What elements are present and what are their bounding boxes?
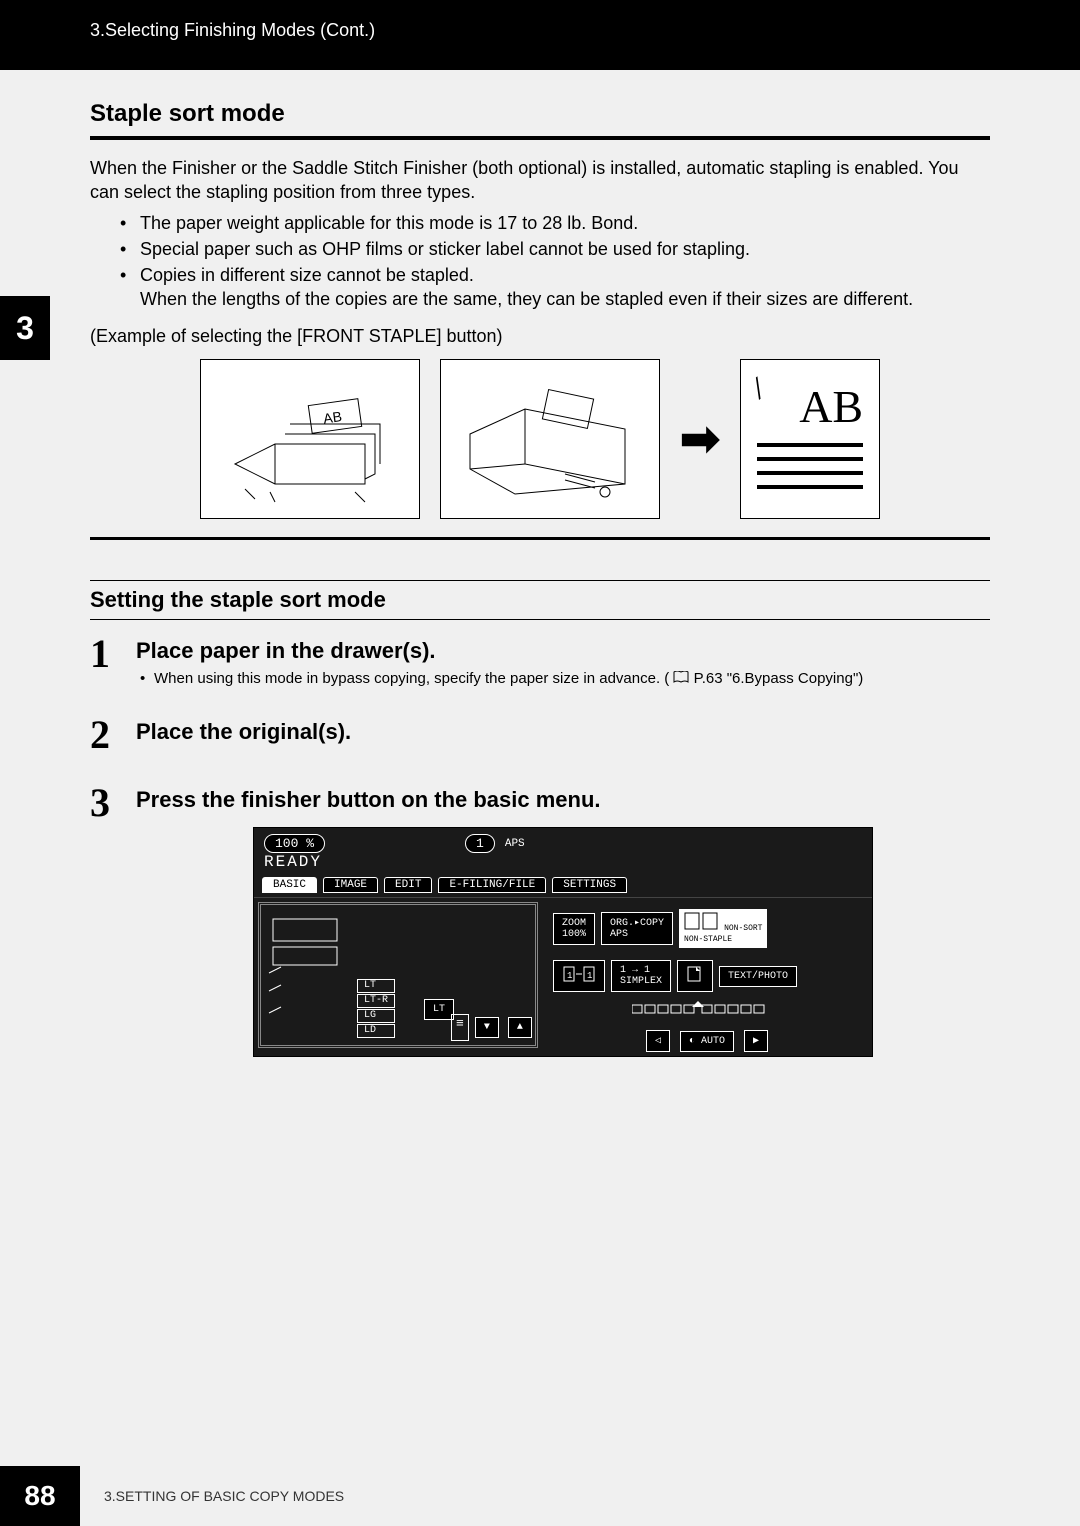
bullet-list: The paper weight applicable for this mod… (90, 211, 990, 312)
step-title: Press the finisher button on the basic m… (136, 787, 990, 813)
auto-button[interactable]: ◐ AUTO (680, 1031, 734, 1052)
tray-list: LT LT-R LG LD (357, 979, 395, 1039)
tray-current[interactable]: LT (424, 999, 454, 1020)
tray-panel: LT LT-R LG LD LT ≡ ▼ ▲ (258, 902, 538, 1048)
step: 3 Press the finisher button on the basic… (90, 783, 990, 1057)
step: 2 Place the original(s). (90, 715, 990, 755)
orgcopy-button[interactable]: ORG.▸COPYAPS (601, 912, 673, 945)
note-ref: P.63 "6.Bypass Copying") (694, 670, 864, 687)
page-number: 88 (0, 1466, 80, 1526)
density-icon (632, 1001, 782, 1017)
textphoto-button[interactable]: TEXT/PHOTO (719, 966, 797, 987)
ab-label: AB (757, 380, 863, 433)
subsection-title: Setting the staple sort mode (90, 587, 990, 613)
doc-icon (686, 965, 704, 983)
copies-value: 1 (465, 834, 495, 853)
list-icon[interactable]: ≡ (451, 1014, 469, 1041)
step: 1 Place paper in the drawer(s). When usi… (90, 634, 990, 688)
diagram-copier-1: AB (200, 359, 420, 519)
step-title: Place the original(s). (136, 719, 990, 745)
step-number: 1 (90, 634, 136, 688)
finisher-button[interactable]: NON-SORTNON-STAPLE (679, 909, 767, 948)
mode-icon-button[interactable] (677, 960, 713, 992)
tray-item[interactable]: LG (357, 1009, 395, 1023)
svg-text:1: 1 (587, 971, 592, 981)
note-text: When using this mode in bypass copying, … (154, 670, 669, 687)
diagram-row: AB ➡ ⁄ AB (90, 359, 990, 519)
copier-illustration-icon: AB (215, 374, 405, 504)
chapter-side-tab: 3 (0, 296, 50, 360)
rule (90, 619, 990, 620)
lcd-screenshot: 100 % 1 APS READY BASIC IMAGE EDIT E-FIL… (253, 827, 873, 1057)
svg-text:AB: AB (322, 408, 343, 426)
bullet-item: Copies in different size cannot be stapl… (120, 263, 990, 312)
step-number: 2 (90, 715, 136, 755)
tab-edit[interactable]: EDIT (384, 877, 432, 893)
simplex-button[interactable]: 1 → 1SIMPLEX (611, 960, 671, 992)
copier-output-icon (455, 374, 645, 504)
bullet-tail: When the lengths of the copies are the s… (140, 289, 913, 309)
aps-label: APS (505, 838, 525, 850)
section-title-staple: Staple sort mode (90, 100, 990, 128)
text-lines-icon (757, 443, 863, 489)
rule (90, 136, 990, 140)
footer: 88 3.SETTING OF BASIC COPY MODES (0, 1466, 344, 1526)
up-arrow-icon[interactable]: ▲ (508, 1017, 532, 1038)
rule (90, 580, 990, 581)
tab-basic[interactable]: BASIC (262, 877, 317, 893)
tab-image[interactable]: IMAGE (323, 877, 378, 893)
step-number: 3 (90, 783, 136, 1057)
rule (90, 537, 990, 540)
density-left-icon[interactable]: ◁ (646, 1030, 670, 1052)
step-title: Place paper in the drawer(s). (136, 638, 990, 664)
tray-item[interactable]: LT (357, 979, 395, 993)
tray-item[interactable]: LD (357, 1024, 395, 1038)
tab-settings[interactable]: SETTINGS (552, 877, 627, 893)
duplex-icon-button[interactable]: 11 (553, 960, 605, 992)
tab-efiling[interactable]: E-FILING/FILE (438, 877, 546, 893)
down-arrow-icon[interactable]: ▼ (475, 1017, 499, 1038)
diagram-copier-2 (440, 359, 660, 519)
output-sample: ⁄ AB (740, 359, 880, 519)
header-bar: 3.Selecting Finishing Modes (Cont.) (0, 0, 1080, 70)
copier-mini-icon (267, 913, 351, 1033)
tab-row: BASIC IMAGE EDIT E-FILING/FILE SETTINGS (254, 871, 872, 897)
finisher-icon (684, 912, 718, 930)
density-scale (632, 1001, 782, 1021)
bullet-text: Copies in different size cannot be stapl… (140, 265, 474, 285)
footer-chapter: 3.SETTING OF BASIC COPY MODES (104, 1488, 344, 1504)
density-right-icon[interactable]: ▶ (744, 1030, 768, 1052)
bullet-item: Special paper such as OHP films or stick… (120, 237, 990, 261)
breadcrumb: 3.Selecting Finishing Modes (Cont.) (90, 20, 375, 40)
arrow-right-icon: ➡ (680, 411, 720, 467)
example-caption: (Example of selecting the [FRONT STAPLE]… (90, 326, 990, 347)
page-icon: 11 (562, 965, 596, 983)
step-note: When using this mode in bypass copying, … (136, 670, 990, 688)
book-icon (673, 670, 689, 687)
intro-text: When the Finisher or the Saddle Stitch F… (90, 156, 990, 205)
bullet-item: The paper weight applicable for this mod… (120, 211, 990, 235)
ready-label: READY (254, 853, 872, 871)
svg-text:1: 1 (567, 971, 572, 981)
zoom-value: 100 % (264, 834, 325, 853)
tray-item[interactable]: LT-R (357, 994, 395, 1008)
zoom-button[interactable]: ZOOM100% (553, 913, 595, 945)
